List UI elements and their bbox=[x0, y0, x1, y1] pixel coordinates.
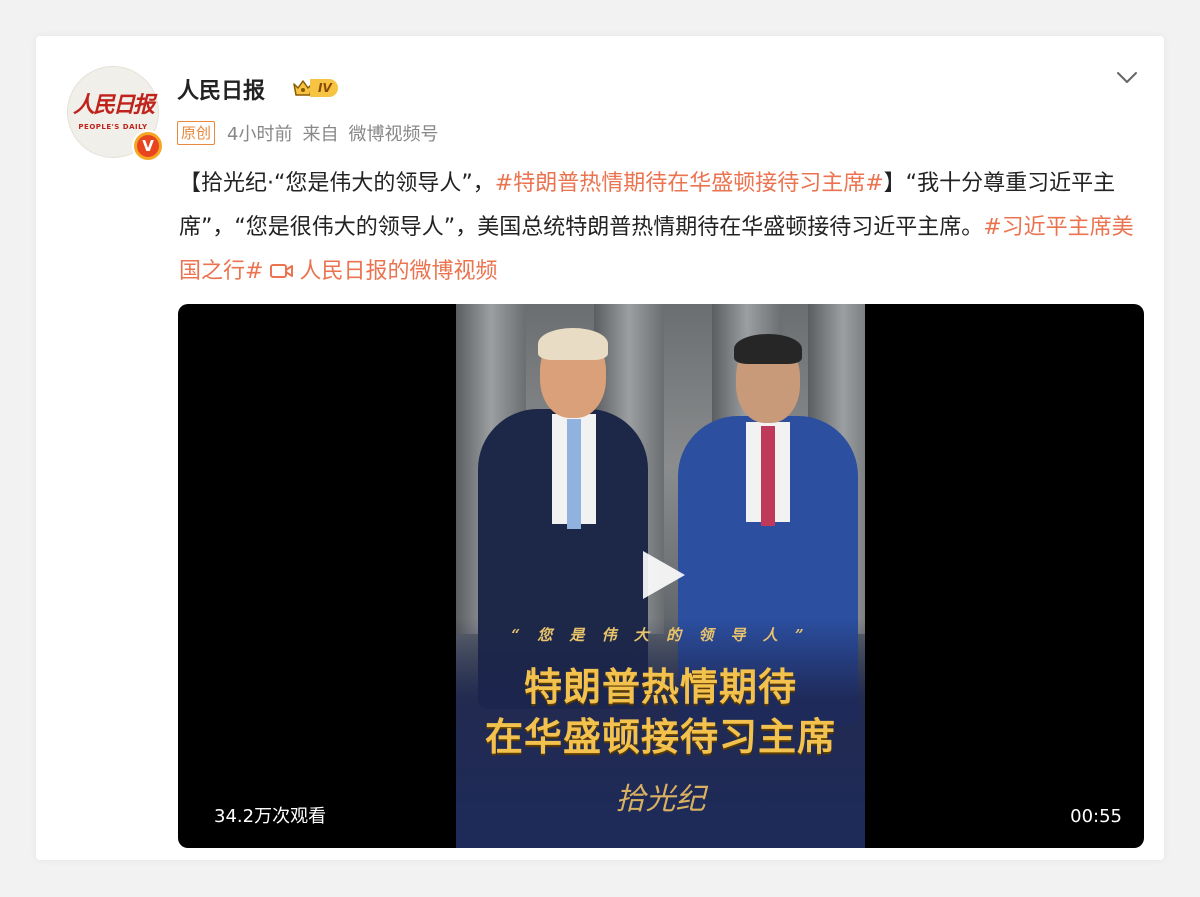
video-link-label: 人民日报的微博视频 bbox=[299, 259, 498, 284]
weibo-post-card: 人民日报 PEOPLE'S DAILY V 人民日报 IV 原创 4小时前 来自… bbox=[36, 36, 1164, 860]
avatar-logo-text: 人民日报 bbox=[72, 92, 155, 118]
hashtag-link[interactable]: #特朗普热情期待在华盛顿接待习主席# bbox=[495, 171, 884, 196]
level-badge[interactable]: IV bbox=[292, 77, 338, 99]
post-time[interactable]: 4小时前 bbox=[227, 120, 292, 146]
verified-mark: V bbox=[137, 135, 159, 157]
original-tag: 原创 bbox=[177, 121, 216, 145]
source-prefix: 来自 bbox=[302, 124, 339, 145]
chevron-down-icon[interactable] bbox=[1114, 66, 1140, 88]
username[interactable]: 人民日报 bbox=[177, 73, 265, 105]
video-player[interactable]: “ 您 是 伟 大 的 领 导 人 ” 特朗普热情期待 在华盛顿接待习主席 拾光… bbox=[178, 304, 1144, 848]
post-text: 【拾光纪·“您是伟大的领导人”，#特朗普热情期待在华盛顿接待习主席#】“我十分尊… bbox=[179, 162, 1139, 294]
poster-headline-line2: 在华盛顿接待习主席 bbox=[484, 715, 836, 759]
source-link[interactable]: 微博视频号 bbox=[348, 120, 438, 146]
poster-quote: “ 您 是 伟 大 的 领 导 人 ” bbox=[511, 626, 810, 644]
poster-brand: 拾光纪 bbox=[615, 782, 706, 817]
level-label: IV bbox=[310, 79, 338, 97]
post-meta: 原创 4小时前 来自 微博视频号 bbox=[177, 120, 438, 146]
play-icon[interactable] bbox=[633, 547, 689, 603]
video-duration: 00:55 bbox=[1070, 806, 1122, 827]
view-count: 34.2万次观看 bbox=[214, 806, 327, 827]
video-link[interactable]: 人民日报的微博视频 bbox=[263, 259, 497, 284]
verified-icon: V bbox=[132, 130, 164, 162]
video-camera-icon bbox=[270, 264, 294, 278]
post-text-segment: 【拾光纪·“您是伟大的领导人”， bbox=[179, 171, 495, 196]
poster-headline-line1: 特朗普热情期待 bbox=[523, 665, 797, 709]
